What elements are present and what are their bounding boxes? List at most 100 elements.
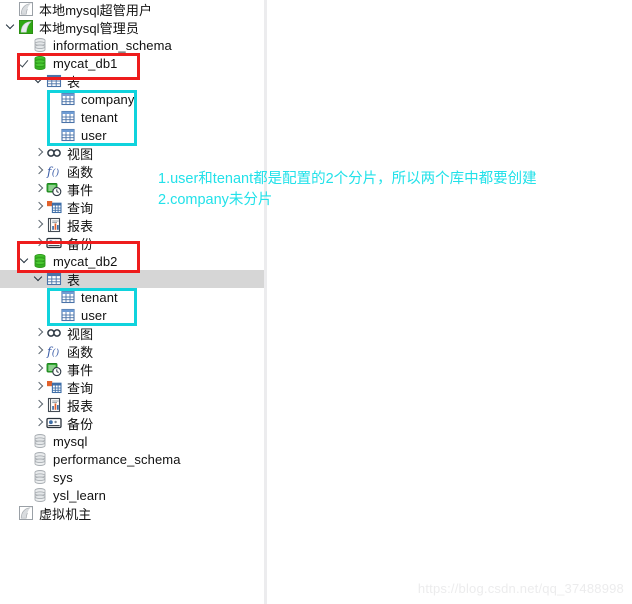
chevron-right-icon[interactable] (34, 162, 46, 180)
tree-row-db1-tbl-user[interactable]: user (0, 126, 264, 144)
chevron-right-icon[interactable] (34, 144, 46, 162)
tree-row-db2-queries[interactable]: 查询 (0, 378, 264, 396)
chevron-placeholder (48, 108, 60, 126)
tree-row-db2-views[interactable]: 视图 (0, 324, 264, 342)
chevron-down-icon[interactable] (34, 270, 46, 288)
chevron-placeholder (20, 450, 32, 468)
tree-row-db2-tbl-tenant[interactable]: tenant (0, 288, 264, 306)
database-object-tree[interactable]: 本地mysql超管用户 本地mysql管理员 information_schem… (0, 0, 264, 522)
table-icon (60, 307, 76, 323)
tree-row-label: user (81, 127, 107, 143)
chevron-right-icon[interactable] (34, 324, 46, 342)
check-icon[interactable] (20, 54, 32, 72)
tree-row-db1-views[interactable]: 视图 (0, 144, 264, 162)
tree-row-conn-vm-host[interactable]: 虚拟机主 (0, 504, 264, 522)
tree-row-label: ysl_learn (53, 487, 106, 503)
tree-row-label: 查询 (67, 200, 94, 216)
table-icon (60, 127, 76, 143)
chevron-right-icon[interactable] (34, 414, 46, 432)
chevron-right-icon[interactable] (34, 198, 46, 216)
connection-green-icon (18, 19, 34, 35)
tree-row-label: 备份 (67, 416, 94, 432)
tree-row-label: 报表 (67, 398, 94, 414)
tree-row-db1-backups[interactable]: 备份 (0, 234, 264, 252)
table-folder-icon (46, 271, 62, 287)
report-icon (46, 397, 62, 413)
tree-row-label: 表 (67, 74, 81, 90)
tree-row-label: performance_schema (53, 451, 181, 467)
chevron-down-icon[interactable] (20, 252, 32, 270)
connection-gray-icon (18, 505, 34, 521)
tree-row-conn-admin[interactable]: 本地mysql管理员 (0, 18, 264, 36)
chevron-placeholder (20, 36, 32, 54)
pane-divider[interactable] (264, 0, 267, 604)
svg-text:(): () (52, 168, 60, 179)
tree-row-db-perf-schema[interactable]: performance_schema (0, 450, 264, 468)
chevron-placeholder (6, 0, 18, 18)
tree-row-db1-folder-tables[interactable]: 表 (0, 72, 264, 90)
tree-row-db-ysl-learn[interactable]: ysl_learn (0, 486, 264, 504)
tree-row-db1-reports[interactable]: 报表 (0, 216, 264, 234)
table-icon (60, 91, 76, 107)
chevron-right-icon[interactable] (34, 360, 46, 378)
event-icon (46, 181, 62, 197)
tree-row-db2-events[interactable]: 事件 (0, 360, 264, 378)
chevron-right-icon[interactable] (34, 216, 46, 234)
tree-row-db2-backups[interactable]: 备份 (0, 414, 264, 432)
tree-row-label: 视图 (67, 326, 94, 342)
tree-row-db1-tbl-tenant[interactable]: tenant (0, 108, 264, 126)
function-icon: f () (46, 163, 62, 179)
annotation-note-line-2: 2.company未分片 (158, 192, 273, 208)
tree-row-db2-folder-tables[interactable]: 表 (0, 270, 264, 288)
tree-row-db2-tbl-user[interactable]: user (0, 306, 264, 324)
chevron-right-icon[interactable] (34, 378, 46, 396)
tree-row-db1-tbl-company[interactable]: company (0, 90, 264, 108)
backup-icon (46, 235, 62, 251)
chevron-right-icon[interactable] (34, 342, 46, 360)
database-gray-icon (32, 451, 48, 467)
chevron-down-icon[interactable] (6, 18, 18, 36)
chevron-placeholder (48, 288, 60, 306)
tree-row-conn-super[interactable]: 本地mysql超管用户 (0, 0, 264, 18)
database-gray-icon (32, 37, 48, 53)
annotation-note-line-1: 1.user和tenant都是配置的2个分片，所以两个库中都要创建 (158, 171, 537, 187)
tree-row-label: 本地mysql超管用户 (39, 2, 153, 18)
query-icon (46, 199, 62, 215)
tree-row-db-sys[interactable]: sys (0, 468, 264, 486)
tree-row-db-mycat-db1[interactable]: mycat_db1 (0, 54, 264, 72)
tree-row-label: company (81, 91, 135, 107)
chevron-right-icon[interactable] (34, 180, 46, 198)
tree-row-label: sys (53, 469, 73, 485)
chevron-placeholder (6, 504, 18, 522)
tree-row-label: 表 (67, 272, 81, 288)
chevron-right-icon[interactable] (34, 396, 46, 414)
table-folder-icon (46, 73, 62, 89)
tree-row-label: 事件 (67, 182, 94, 198)
chevron-down-icon[interactable] (34, 72, 46, 90)
tree-row-db-mycat-db2[interactable]: mycat_db2 (0, 252, 264, 270)
tree-row-db-mysql[interactable]: mysql (0, 432, 264, 450)
tree-row-db2-reports[interactable]: 报表 (0, 396, 264, 414)
chevron-right-icon[interactable] (34, 234, 46, 252)
view-icon (46, 325, 62, 341)
tree-row-db2-functions[interactable]: f () 函数 (0, 342, 264, 360)
query-icon (46, 379, 62, 395)
tree-row-label: tenant (81, 289, 118, 305)
tree-row-label: 函数 (67, 344, 94, 360)
tree-row-db-info-schema[interactable]: information_schema (0, 36, 264, 54)
chevron-placeholder (20, 432, 32, 450)
function-icon: f () (46, 343, 62, 359)
